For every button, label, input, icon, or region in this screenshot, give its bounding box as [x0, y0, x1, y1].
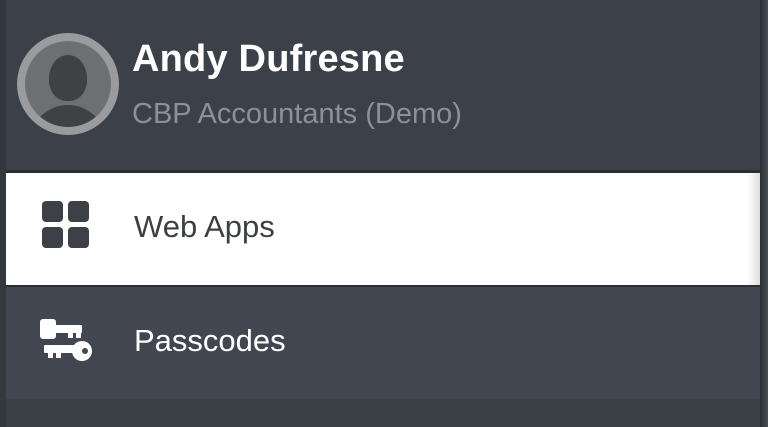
profile-organization: CBP Accountants (Demo) — [132, 98, 462, 130]
keys-icon — [40, 319, 92, 361]
profile-name: Andy Dufresne — [132, 38, 405, 80]
menu-item-label: Web Apps — [134, 209, 275, 244]
grid-icon — [42, 201, 89, 248]
avatar[interactable] — [17, 33, 119, 135]
profile-header[interactable]: Andy Dufresne CBP Accountants (Demo) — [6, 0, 760, 170]
navigation-drawer: Andy Dufresne CBP Accountants (Demo) Web… — [6, 0, 760, 427]
menu-item-passcodes[interactable]: Passcodes — [6, 287, 760, 399]
app-frame: Andy Dufresne CBP Accountants (Demo) Web… — [0, 0, 768, 427]
drawer-edge-shadow — [760, 0, 768, 427]
user-avatar-icon — [25, 41, 111, 127]
drawer-footer — [6, 399, 760, 427]
menu-item-label: Passcodes — [134, 323, 286, 358]
avatar-head — [49, 55, 87, 101]
avatar-body — [29, 105, 107, 127]
menu-item-web-apps[interactable]: Web Apps — [6, 173, 760, 285]
